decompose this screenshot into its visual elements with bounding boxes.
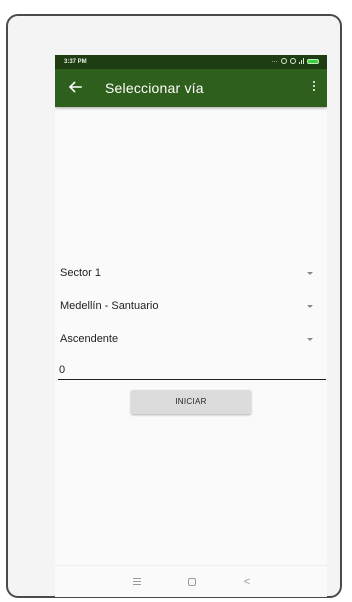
status-bar: 3:37 PM …: [55, 55, 327, 69]
back-icon[interactable]: <: [241, 576, 253, 588]
menu-icon[interactable]: [131, 576, 143, 588]
dropdown-arrow-icon: [307, 338, 313, 341]
sector-dropdown-value: Sector 1: [60, 267, 101, 279]
dropdown-arrow-icon: [307, 272, 313, 275]
number-input[interactable]: 0: [58, 361, 326, 380]
arrow-back-icon[interactable]: [67, 79, 83, 95]
direction-dropdown-value: Ascendente: [60, 333, 119, 345]
more-vert-icon[interactable]: [311, 81, 317, 95]
app-toolbar: Seleccionar vía: [55, 69, 327, 107]
route-dropdown-value: Medellín - Santuario: [60, 300, 159, 312]
alarm-icon: [281, 58, 287, 64]
app-screen: 3:37 PM … Seleccionar vía Sector 1 Medel…: [55, 55, 327, 597]
start-button[interactable]: INICIAR: [131, 390, 251, 414]
navigation-bar: <: [55, 565, 327, 597]
battery-icon: [307, 58, 319, 64]
status-icons: …: [271, 57, 319, 64]
more-dots-icon: …: [271, 57, 278, 64]
dropdown-arrow-icon: [307, 305, 313, 308]
route-dropdown[interactable]: Medellín - Santuario: [55, 296, 327, 316]
home-icon[interactable]: [186, 576, 198, 588]
phone-frame: 3:37 PM … Seleccionar vía Sector 1 Medel…: [6, 14, 342, 598]
status-time: 3:37 PM: [64, 59, 87, 65]
number-input-value: 0: [59, 364, 66, 376]
sector-dropdown[interactable]: Sector 1: [55, 263, 327, 283]
page-title: Seleccionar vía: [105, 80, 204, 96]
wifi-icon: [290, 58, 296, 64]
signal-icon: [299, 58, 304, 64]
direction-dropdown[interactable]: Ascendente: [55, 329, 327, 349]
